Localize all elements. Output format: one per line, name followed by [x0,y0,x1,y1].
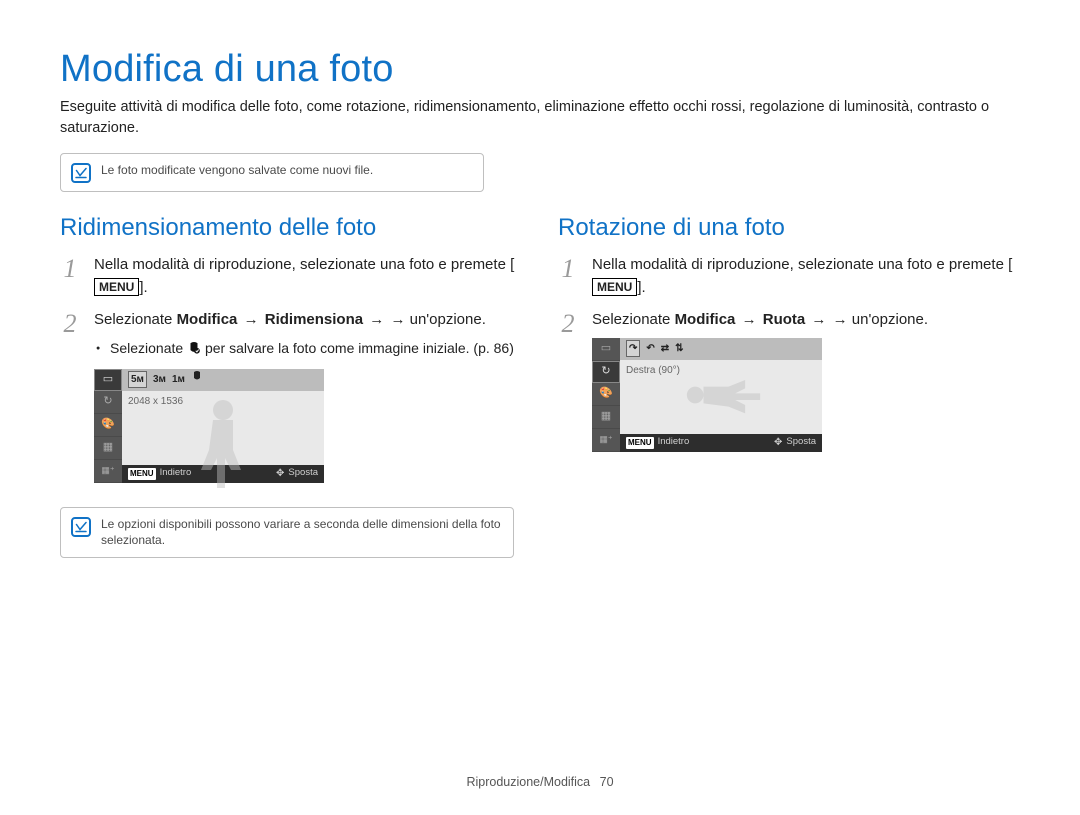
text: → un'opzione. [833,311,928,328]
step-1: 1 Nella modalità di riproduzione, selezi… [558,254,1020,299]
text: Selezionate [110,340,187,356]
lcd-canvas: 2048 x 1536 [122,391,324,465]
lcd-screenshot-resize: ▭ ↻ 🎨 ▦ ▦⁺ 5м 3м [94,369,522,483]
note-box-bottom: Le opzioni disponibili possono variare a… [60,507,514,559]
text: Selezionate [592,311,675,328]
size-option-person-icon [191,371,203,388]
dpad-icon: ✥ [774,438,782,448]
rotate-option-icon: ↷ [626,340,640,357]
intro-text: Eseguite attività di modifica delle foto… [60,97,1020,139]
column-resize: Ridimensionamento delle foto 1 Nella mod… [60,214,522,580]
size-option: 1м [172,372,185,387]
text: Nella modalità di riproduzione, selezion… [94,256,514,273]
lcd-screenshot-rotate: ▭ ↻ 🎨 ▦ ▦⁺ ↷ ↶ [592,338,1020,452]
columns: Ridimensionamento delle foto 1 Nella mod… [60,214,1020,580]
step-number: 2 [558,309,578,466]
dpad-icon: ✥ [276,469,284,479]
step-body: Nella modalità di riproduzione, selezion… [592,254,1020,299]
arrow-icon: → [363,311,390,328]
footer-page: 70 [600,775,614,789]
rotate-option-icon: ↶ [646,341,654,356]
menu-button-icon: MENU [94,278,139,296]
side-tab-rotate-icon: ↻ [94,391,122,414]
rotate-option-icon: ⇅ [675,341,683,356]
step-body: Nella modalità di riproduzione, selezion… [94,254,522,299]
person-silhouette-icon [193,398,253,508]
text: ]. [139,279,147,296]
side-tab-resize-icon: ▭ [94,369,122,391]
step-number: 2 [60,309,80,497]
note-box-top: Le foto modificate vengono salvate come … [60,153,484,192]
bold: Modifica [177,311,238,328]
lcd-canvas: Destra (90°) [620,360,822,434]
bold: Modifica [675,311,736,328]
note-icon [71,517,91,537]
footer-section: Riproduzione/Modifica [466,775,590,789]
move-label: Sposta [786,435,816,449]
menu-button-icon: MENU [592,278,637,296]
lcd-topbar: ↷ ↶ ⇄ ⇅ [620,338,822,360]
step-1: 1 Nella modalità di riproduzione, selezi… [60,254,522,299]
step-body: Selezionate Modifica → Ruota → → un'opzi… [592,309,1020,466]
page-footer: Riproduzione/Modifica 70 [0,775,1080,789]
lcd-bottombar: MENU Indietro ✥ Sposta [620,434,822,452]
menu-tag-icon: MENU [626,437,654,449]
bold: Ridimensiona [265,311,363,328]
note-text: Le foto modificate vengono salvate come … [101,162,373,179]
side-tab-effect-icon: ▦⁺ [592,429,620,452]
person-silhouette-icon [685,370,777,420]
step-number: 1 [558,254,578,299]
arrow-icon: → [735,311,762,328]
back-label: Indietro [658,435,690,449]
column-rotate: Rotazione di una foto 1 Nella modalità d… [558,214,1020,580]
menu-tag-icon: MENU [128,468,156,480]
move-label: Sposta [288,466,318,480]
side-tab-rotate-icon: ↻ [592,361,620,383]
note-icon [71,163,91,183]
manual-page: Modifica di una foto Eseguite attività d… [0,0,1080,815]
startup-image-icon [187,339,201,351]
text: → un'opzione. [390,311,485,328]
sub-bullet: Selezionate per salvare la foto come imm… [94,338,522,359]
size-option: 5м [128,371,147,388]
step-2: 2 Selezionate Modifica → Ruota → → un'op… [558,309,1020,466]
page-title: Modifica di una foto [60,48,1020,91]
rotate-option-icon: ⇄ [661,341,669,356]
size-option: 3м [153,372,166,387]
canvas-label: Destra (90°) [626,363,680,378]
side-tab-palette-icon: 🎨 [592,383,620,406]
arrow-icon: → [805,311,832,328]
canvas-label: 2048 x 1536 [128,394,183,409]
side-tab-resize-icon: ▭ [592,338,620,361]
step-body: Selezionate Modifica → Ridimensiona → → … [94,309,522,497]
text: Selezionate [94,311,177,328]
side-tab-effect-icon: ▦⁺ [94,460,122,483]
bold: Ruota [763,311,806,328]
text: ]. [637,279,645,296]
text: Nella modalità di riproduzione, selezion… [592,256,1012,273]
side-tab-adjust-icon: ▦ [592,406,620,429]
note-text: Le opzioni disponibili possono variare a… [101,516,501,550]
step-number: 1 [60,254,80,299]
heading-rotate: Rotazione di una foto [558,214,1020,242]
text: per salvare la foto come immagine inizia… [201,340,514,356]
arrow-icon: → [237,311,264,328]
side-tab-palette-icon: 🎨 [94,414,122,437]
side-tab-adjust-icon: ▦ [94,437,122,460]
heading-resize: Ridimensionamento delle foto [60,214,522,242]
step-2: 2 Selezionate Modifica → Ridimensiona → … [60,309,522,497]
lcd-topbar: 5м 3м 1м [122,369,324,391]
back-label: Indietro [160,466,192,480]
